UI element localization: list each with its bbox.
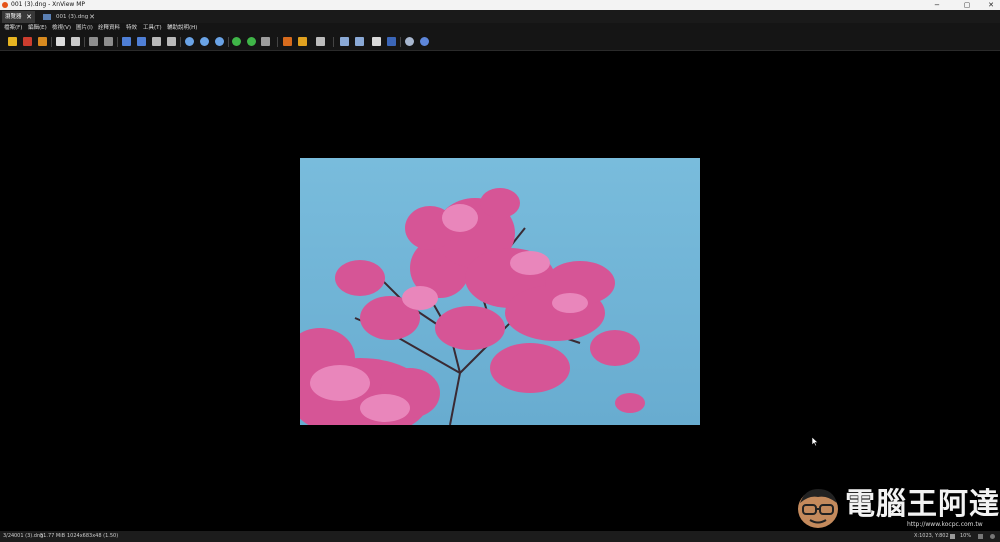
menu-bar: 檔案(F) 編輯(E) 檢視(V) 圖片(I) 詮釋資料 特效 工具(T) 輔助…: [0, 23, 1000, 34]
toolbar: [0, 34, 1000, 51]
adjust-icon[interactable]: [283, 37, 292, 46]
redo-icon[interactable]: [104, 37, 113, 46]
zoom-in-icon[interactable]: [185, 37, 194, 46]
menu-tools[interactable]: 工具(T): [143, 23, 162, 34]
fullscreen-icon[interactable]: [23, 37, 32, 46]
settings-icon[interactable]: [405, 37, 414, 46]
image-viewer[interactable]: 電腦王阿達 http://www.kocpc.com.tw: [0, 51, 1000, 531]
menu-metadata[interactable]: 詮釋資料: [98, 23, 120, 34]
status-filesize: 51.77 MiB: [40, 533, 66, 539]
rotate-left-icon[interactable]: [232, 37, 241, 46]
tab-close-icon[interactable]: ✕: [26, 11, 32, 23]
status-index: 3/24: [3, 533, 15, 539]
actual-size-icon[interactable]: [167, 37, 176, 46]
close-window-button[interactable]: ✕: [982, 0, 1000, 10]
color-mode-icon[interactable]: [950, 534, 955, 539]
mouse-cursor-icon: [812, 437, 819, 447]
watermark-url: http://www.kocpc.com.tw: [907, 521, 983, 528]
tab-label: 瀏覽器: [5, 14, 22, 20]
tab-close-icon[interactable]: ✕: [89, 11, 95, 23]
print-icon[interactable]: [71, 37, 80, 46]
tab-image-file[interactable]: 001 (3).dng ✕: [40, 11, 98, 23]
browser-icon[interactable]: [8, 37, 17, 46]
status-bar: 3/24 001 (3).dng 51.77 MiB 1024x683x48 (…: [0, 531, 1000, 542]
next-icon[interactable]: [137, 37, 146, 46]
menu-image[interactable]: 圖片(I): [76, 23, 93, 34]
open-with-icon[interactable]: [340, 37, 349, 46]
menu-view[interactable]: 檢視(V): [52, 23, 71, 34]
image-thumbnail-icon: [43, 14, 51, 20]
display-icon[interactable]: [387, 37, 396, 46]
site-watermark: 電腦王阿達 http://www.kocpc.com.tw: [795, 481, 1000, 531]
maximize-button[interactable]: ▢: [958, 0, 976, 10]
save-icon[interactable]: [56, 37, 65, 46]
crop-icon[interactable]: [261, 37, 270, 46]
fit-icon[interactable]: [152, 37, 161, 46]
tab-label: 001 (3).dng: [56, 14, 89, 20]
xnview-app-icon: [2, 2, 8, 8]
slideshow-icon[interactable]: [38, 37, 47, 46]
help-icon[interactable]: [420, 37, 429, 46]
status-filename: 001 (3).dng: [14, 533, 44, 539]
compare-icon[interactable]: [316, 37, 325, 46]
status-dimensions: 1024x683x48 (1.50): [67, 533, 119, 539]
edit-icon[interactable]: [355, 37, 364, 46]
filter-icon[interactable]: [298, 37, 307, 46]
status-zoom[interactable]: 10%: [960, 531, 971, 542]
print-preview-icon[interactable]: [372, 37, 381, 46]
status-coords: X:1023, Y:802: [914, 533, 949, 539]
tab-bar: 瀏覽器 ✕ 001 (3).dng ✕: [0, 10, 1000, 23]
tab-browser[interactable]: 瀏覽器 ✕: [2, 11, 35, 23]
menu-effects[interactable]: 特效: [126, 23, 137, 34]
minimize-button[interactable]: −: [928, 0, 946, 10]
fit-window-icon[interactable]: [978, 534, 983, 539]
undo-icon[interactable]: [89, 37, 98, 46]
mascot-face-icon: [798, 489, 838, 528]
menu-help[interactable]: 輔助說明(H): [167, 23, 197, 34]
watermark-text: 電腦王阿達: [845, 487, 1000, 522]
menu-file[interactable]: 檔案(F): [4, 23, 22, 34]
previous-icon[interactable]: [122, 37, 131, 46]
title-bar[interactable]: 001 (3).dng - XnView MP − ▢ ✕: [0, 0, 1000, 10]
zoom-out-icon[interactable]: [200, 37, 209, 46]
zoom-fit-icon[interactable]: [215, 37, 224, 46]
rotate-right-icon[interactable]: [247, 37, 256, 46]
zoom-icon[interactable]: [990, 534, 995, 539]
menu-edit[interactable]: 編輯(E): [28, 23, 47, 34]
window-title: 001 (3).dng - XnView MP: [11, 1, 86, 8]
displayed-photo: [300, 158, 700, 425]
